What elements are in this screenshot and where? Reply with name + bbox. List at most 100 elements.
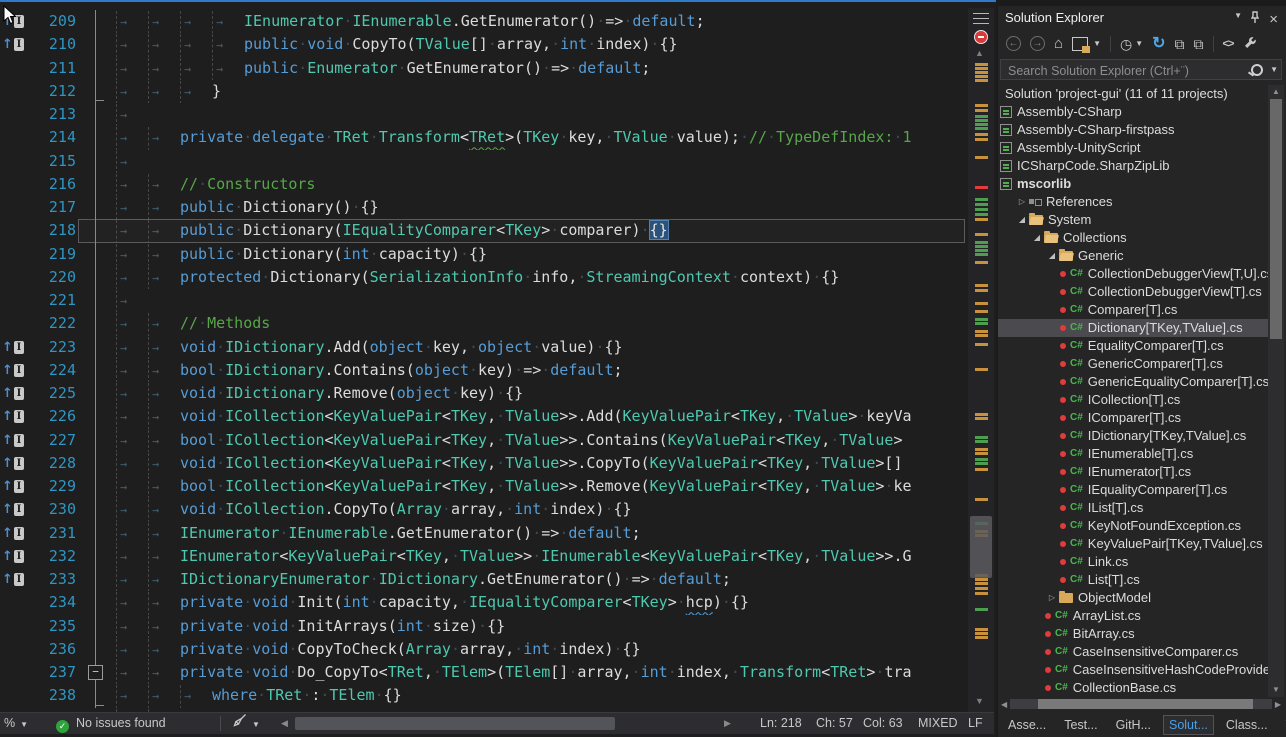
code-line[interactable]: 218→→public·Dictionary(IEqualityComparer…	[0, 219, 966, 242]
implements-interface-icon[interactable]: ↑	[2, 522, 13, 545]
tree-item[interactable]: C#IEnumerable[T].cs	[998, 445, 1268, 463]
code-line[interactable]: ↑I226→→void·ICollection<KeyValuePair<TKe…	[0, 405, 966, 428]
tree-item[interactable]: C#Dictionary[TKey,TValue].cs	[998, 319, 1268, 337]
code-cleanup-button[interactable]: ▼	[233, 713, 260, 734]
properties-wrench-icon[interactable]	[1242, 35, 1256, 52]
tree-item[interactable]: C#EqualityComparer[T].cs	[998, 337, 1268, 355]
code-line[interactable]: ↑I228→→void·ICollection<KeyValuePair<TKe…	[0, 452, 966, 475]
tree-item[interactable]: C#Comparer[T].cs	[998, 301, 1268, 319]
expander-expanded-icon[interactable]: ◢	[1030, 229, 1044, 247]
code-line[interactable]: 216→→//·Constructors	[0, 173, 966, 196]
code-line[interactable]: 237→→private·void·Do_CopyTo<TRet,·TElem>…	[0, 661, 966, 684]
expander-collapsed-icon[interactable]: ▷	[1045, 589, 1059, 607]
search-icon[interactable]	[1251, 64, 1263, 76]
code-line[interactable]: ↑I229→→bool·ICollection<KeyValuePair<TKe…	[0, 475, 966, 498]
tool-window-tab[interactable]: Tea...	[1280, 715, 1286, 735]
code-line[interactable]: ↑I210→→→→public·void·CopyTo(TValue[]·arr…	[0, 33, 966, 56]
horizontal-scrollbar-thumb[interactable]	[295, 717, 615, 730]
tree-item[interactable]: Solution 'project-gui' (11 of 11 project…	[998, 85, 1268, 103]
tree-hscroll-thumb[interactable]	[1038, 699, 1253, 709]
vertical-scrollbar-thumb[interactable]	[970, 516, 992, 578]
code-line[interactable]: 217→→public·Dictionary()·{}	[0, 196, 966, 219]
tool-window-tab[interactable]: Test...	[1058, 715, 1103, 735]
back-icon[interactable]: ←	[1006, 36, 1021, 51]
scroll-up-arrow-icon[interactable]: ▲	[1272, 87, 1280, 96]
tree-item[interactable]: C#Link.cs	[998, 553, 1268, 571]
search-input[interactable]	[1006, 61, 1240, 80]
tree-item[interactable]: C#CaseInsensitiveHashCodeProvider.cs	[998, 661, 1268, 679]
code-line[interactable]: 235→→private·void·InitArrays(int·size)·{…	[0, 615, 966, 638]
implements-interface-icon[interactable]: ↑	[2, 545, 13, 568]
tree-item[interactable]: ◢Generic	[998, 247, 1268, 265]
collapse-all-icon[interactable]: ⧉	[1175, 36, 1185, 52]
line-ending-indicator[interactable]: LF	[968, 713, 983, 734]
tree-item[interactable]: C#IComparer[T].cs	[998, 409, 1268, 427]
code-line[interactable]: 236→→private·void·CopyToCheck(Array·arra…	[0, 638, 966, 661]
refresh-icon[interactable]: ↻	[1152, 36, 1165, 52]
tool-window-tab[interactable]: Asse...	[1002, 715, 1052, 735]
document-health-error-icon[interactable]	[974, 30, 988, 44]
tree-item[interactable]: ▷References	[998, 193, 1268, 211]
fold-collapse-button[interactable]: −	[88, 665, 103, 680]
window-position-menu-icon[interactable]: ▼	[1234, 11, 1242, 20]
scroll-up-arrow-icon[interactable]: ▲	[975, 48, 984, 58]
hscroll-right-arrow-icon[interactable]: ▶	[724, 713, 731, 734]
zoom-control[interactable]: %▼	[4, 713, 28, 734]
hscroll-left-arrow-icon[interactable]: ◀	[281, 713, 288, 734]
tree-item[interactable]: ◢System	[998, 211, 1268, 229]
home-icon[interactable]: ⌂	[1054, 36, 1063, 52]
close-icon[interactable]: ×	[1269, 11, 1278, 28]
code-editor[interactable]: ↑I209→→→→IEnumerator·IEnumerable.GetEnum…	[0, 0, 996, 737]
tree-item[interactable]: ▷ObjectModel	[998, 589, 1268, 607]
tool-window-tab[interactable]: GitH...	[1110, 715, 1157, 735]
switch-views-icon[interactable]	[1072, 37, 1088, 51]
code-line[interactable]: 234→→private·void·Init(int·capacity,·IEq…	[0, 591, 966, 614]
tree-item[interactable]: ◢Collections	[998, 229, 1268, 247]
code-line[interactable]: ↑I231→→IEnumerator·IEnumerable.GetEnumer…	[0, 522, 966, 545]
pin-icon[interactable]	[1250, 11, 1260, 29]
tool-window-tab[interactable]: Solut...	[1163, 715, 1214, 735]
tree-item[interactable]: C#CollectionDebuggerView[T].cs	[998, 283, 1268, 301]
scroll-down-arrow-icon[interactable]: ▼	[1272, 685, 1280, 694]
code-line[interactable]: ↑I224→→bool·IDictionary.Contains(object·…	[0, 359, 966, 382]
tree-item[interactable]: C#KeyNotFoundException.cs	[998, 517, 1268, 535]
tree-vertical-scrollbar[interactable]: ▲ ▼	[1268, 85, 1284, 697]
implements-interface-icon[interactable]: ↑	[2, 336, 13, 359]
tree-item[interactable]: Assembly-CSharp-firstpass	[998, 121, 1268, 139]
hscroll-left-arrow-icon[interactable]: ◀	[1001, 700, 1007, 709]
implements-interface-icon[interactable]: ↑	[2, 498, 13, 521]
implements-interface-icon[interactable]: ↑	[2, 568, 13, 591]
implements-interface-icon[interactable]: ↑	[2, 452, 13, 475]
code-line[interactable]: ↑I227→→bool·ICollection<KeyValuePair<TKe…	[0, 429, 966, 452]
chevron-down-icon[interactable]: ▼	[1270, 60, 1278, 80]
tree-item[interactable]: C#IDictionary[TKey,TValue].cs	[998, 427, 1268, 445]
tree-item[interactable]: C#BitArray.cs	[998, 625, 1268, 643]
code-line[interactable]: ↑I230→→void·ICollection.CopyTo(Array·arr…	[0, 498, 966, 521]
implements-interface-icon[interactable]: ↑	[2, 475, 13, 498]
expander-collapsed-icon[interactable]: ▷	[1015, 193, 1029, 211]
document-health-indicator[interactable]: ✓No issues found	[56, 713, 166, 734]
tree-item[interactable]: C#CaseInsensitiveComparer.cs	[998, 643, 1268, 661]
scroll-down-arrow-icon[interactable]: ▼	[975, 696, 984, 706]
pending-changes-filter-icon[interactable]: ◷	[1120, 36, 1132, 52]
tree-vscroll-thumb[interactable]	[1270, 99, 1282, 339]
tree-item[interactable]: C#List[T].cs	[998, 571, 1268, 589]
implements-interface-icon[interactable]: ↑	[2, 33, 13, 56]
editor-vertical-scrollbar[interactable]: ▲ ▼	[968, 8, 994, 712]
implements-interface-icon[interactable]: ↑	[2, 382, 13, 405]
code-line[interactable]: 221→	[0, 289, 966, 312]
tree-item[interactable]: C#GenericEqualityComparer[T].cs	[998, 373, 1268, 391]
code-lines[interactable]: ↑I209→→→→IEnumerator·IEnumerable.GetEnum…	[0, 10, 966, 712]
code-line[interactable]: 238→→→where·TRet·:·TElem·{}	[0, 684, 966, 707]
view-code-icon[interactable]: <>	[1223, 36, 1234, 52]
tree-horizontal-scrollbar[interactable]: ◀ ▶	[998, 697, 1284, 711]
tree-item[interactable]: C#IEnumerator[T].cs	[998, 463, 1268, 481]
code-line[interactable]: 211→→→→public·Enumerator·GetEnumerator()…	[0, 57, 966, 80]
implements-interface-icon[interactable]: ↑	[2, 429, 13, 452]
code-line[interactable]: 214→→private·delegate·TRet·Transform<TRe…	[0, 126, 966, 149]
tree-item[interactable]: C#GenericComparer[T].cs	[998, 355, 1268, 373]
code-line[interactable]: 222→→//·Methods	[0, 312, 966, 335]
code-line[interactable]: 215→	[0, 150, 966, 173]
solution-explorer-titlebar[interactable]: Solution Explorer ▼ ×	[998, 6, 1286, 30]
code-line[interactable]: ↑I233→→IDictionaryEnumerator·IDictionary…	[0, 568, 966, 591]
